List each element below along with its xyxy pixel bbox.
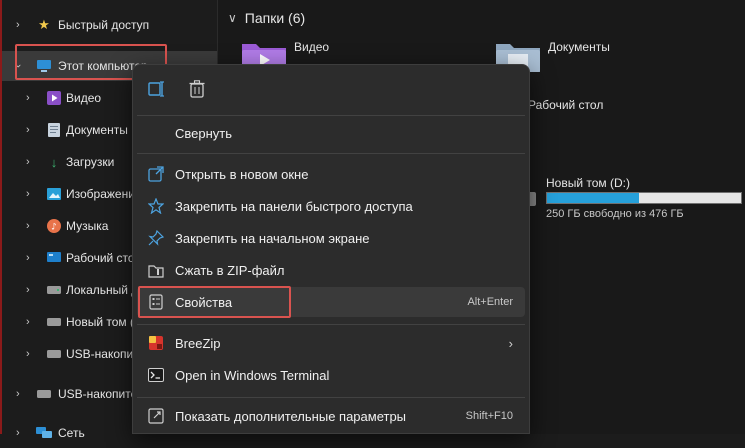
menu-item-label: Open in Windows Terminal <box>175 367 330 383</box>
document-icon <box>46 122 62 138</box>
chevron-right-icon[interactable]: › <box>26 316 30 328</box>
chevron-right-icon[interactable]: › <box>26 348 30 360</box>
terminal-icon <box>147 366 165 384</box>
drive-name[interactable]: Новый том (D:) <box>546 176 630 190</box>
music-icon: ♪ <box>46 218 62 234</box>
network-icon <box>36 425 52 441</box>
chevron-right-icon[interactable]: › <box>16 19 20 31</box>
menu-item-label: Сжать в ZIP-файл <box>175 262 285 278</box>
menu-item-label: Показать дополнительные параметры <box>175 408 407 424</box>
menu-item-pin-quick-access[interactable]: Закрепить на панели быстрого доступа <box>137 191 525 221</box>
menu-separator <box>137 397 525 398</box>
usb-drive-icon <box>36 386 52 402</box>
zip-icon <box>147 261 165 279</box>
context-menu: Свернуть Открыть в новом окне Закрепить … <box>132 64 530 434</box>
more-options-icon <box>147 407 165 425</box>
menu-item-properties[interactable]: Свойства Alt+Enter <box>137 287 525 317</box>
menu-item-windows-terminal[interactable]: Open in Windows Terminal <box>137 360 525 390</box>
sidebar-item-label: Быстрый доступ <box>58 18 150 32</box>
menu-item-zip[interactable]: Сжать в ZIP-файл <box>137 255 525 285</box>
sidebar-item-label: Музыка <box>66 219 109 233</box>
menu-item-open-new-window[interactable]: Открыть в новом окне <box>137 159 525 189</box>
rename-button[interactable] <box>141 75 171 105</box>
star-outline-icon <box>147 197 165 215</box>
chevron-right-icon: › <box>508 335 513 351</box>
folders-group-header[interactable]: ∨ Папки (6) <box>228 10 305 26</box>
sidebar-item-label: Локальный диск <box>66 283 132 297</box>
chevron-right-icon[interactable]: › <box>26 92 30 104</box>
menu-item-label: Свернуть <box>175 125 233 141</box>
open-new-window-icon <box>147 165 165 183</box>
chevron-right-icon[interactable]: › <box>26 156 30 168</box>
folder-tile-desktop[interactable]: Рабочий стол <box>516 98 604 128</box>
download-icon: ↓ <box>50 154 58 170</box>
menu-separator <box>137 115 525 116</box>
folder-name: Документы <box>548 40 610 54</box>
properties-icon <box>147 293 165 311</box>
drive-icon <box>46 282 62 298</box>
shortcut-label: Shift+F10 <box>465 410 513 422</box>
chevron-right-icon[interactable]: › <box>26 124 30 136</box>
sidebar-item-label: Рабочий стол <box>66 251 132 265</box>
usb-drive-icon <box>46 346 62 362</box>
monitor-icon <box>36 58 52 74</box>
menu-item-label: Закрепить на панели быстрого доступа <box>175 198 413 214</box>
sidebar-item-quick-access[interactable]: › ★ Быстрый доступ <box>2 10 217 40</box>
sidebar-item-label: USB-накопитель <box>66 347 132 361</box>
menu-item-label: BreeZip <box>175 335 221 351</box>
drive-usage-bar <box>546 192 742 204</box>
menu-separator <box>137 153 525 154</box>
group-header-label: Папки (6) <box>244 10 306 26</box>
sidebar-item-label: Загрузки <box>66 155 115 169</box>
chevron-down-icon[interactable]: › <box>12 64 24 68</box>
star-icon: ★ <box>38 17 50 32</box>
menu-item-pin-start[interactable]: Закрепить на начальном экране <box>137 223 525 253</box>
rename-icon <box>147 80 165 101</box>
chevron-right-icon[interactable]: › <box>26 252 30 264</box>
breezip-icon <box>147 334 165 352</box>
menu-separator <box>137 324 525 325</box>
menu-item-label: Свойства <box>175 294 233 310</box>
sidebar-item-label: USB-накопитель <box>58 387 134 401</box>
video-icon <box>46 90 62 106</box>
delete-button[interactable] <box>182 75 212 105</box>
context-menu-quick-actions <box>133 65 529 115</box>
image-icon <box>46 186 62 202</box>
sidebar-item-label: Новый том (D:) <box>66 315 132 329</box>
chevron-right-icon[interactable]: › <box>16 388 20 400</box>
sidebar-item-label: Изображения <box>66 187 132 201</box>
folder-name: Рабочий стол <box>528 98 604 112</box>
menu-item-label: Открыть в новом окне <box>175 166 309 182</box>
sidebar-item-label: Сеть <box>58 426 85 440</box>
trash-icon <box>189 79 205 101</box>
menu-item-more-options[interactable]: Показать дополнительные параметры Shift+… <box>137 401 525 431</box>
sidebar-item-label: Документы <box>66 123 128 137</box>
chevron-right-icon[interactable]: › <box>26 220 30 232</box>
chevron-right-icon[interactable]: › <box>26 284 30 296</box>
drive-icon <box>46 314 62 330</box>
sidebar-item-label: Видео <box>66 91 102 105</box>
drive-usage-fill <box>547 193 640 203</box>
drive-free-space: 250 ГБ свободно из 476 ГБ <box>546 208 684 220</box>
chevron-right-icon[interactable]: › <box>26 188 30 200</box>
svg-text:♪: ♪ <box>51 223 57 233</box>
menu-item-breezip[interactable]: BreeZip › <box>137 328 525 358</box>
shortcut-label: Alt+Enter <box>467 296 513 308</box>
menu-item-label: Закрепить на начальном экране <box>175 230 370 246</box>
chevron-down-icon[interactable]: ∨ <box>228 11 237 25</box>
chevron-right-icon[interactable]: › <box>16 427 20 439</box>
folder-name: Видео <box>294 40 330 54</box>
pin-icon <box>147 229 165 247</box>
desktop-icon <box>46 250 62 266</box>
menu-item-collapse[interactable]: Свернуть <box>137 118 525 148</box>
